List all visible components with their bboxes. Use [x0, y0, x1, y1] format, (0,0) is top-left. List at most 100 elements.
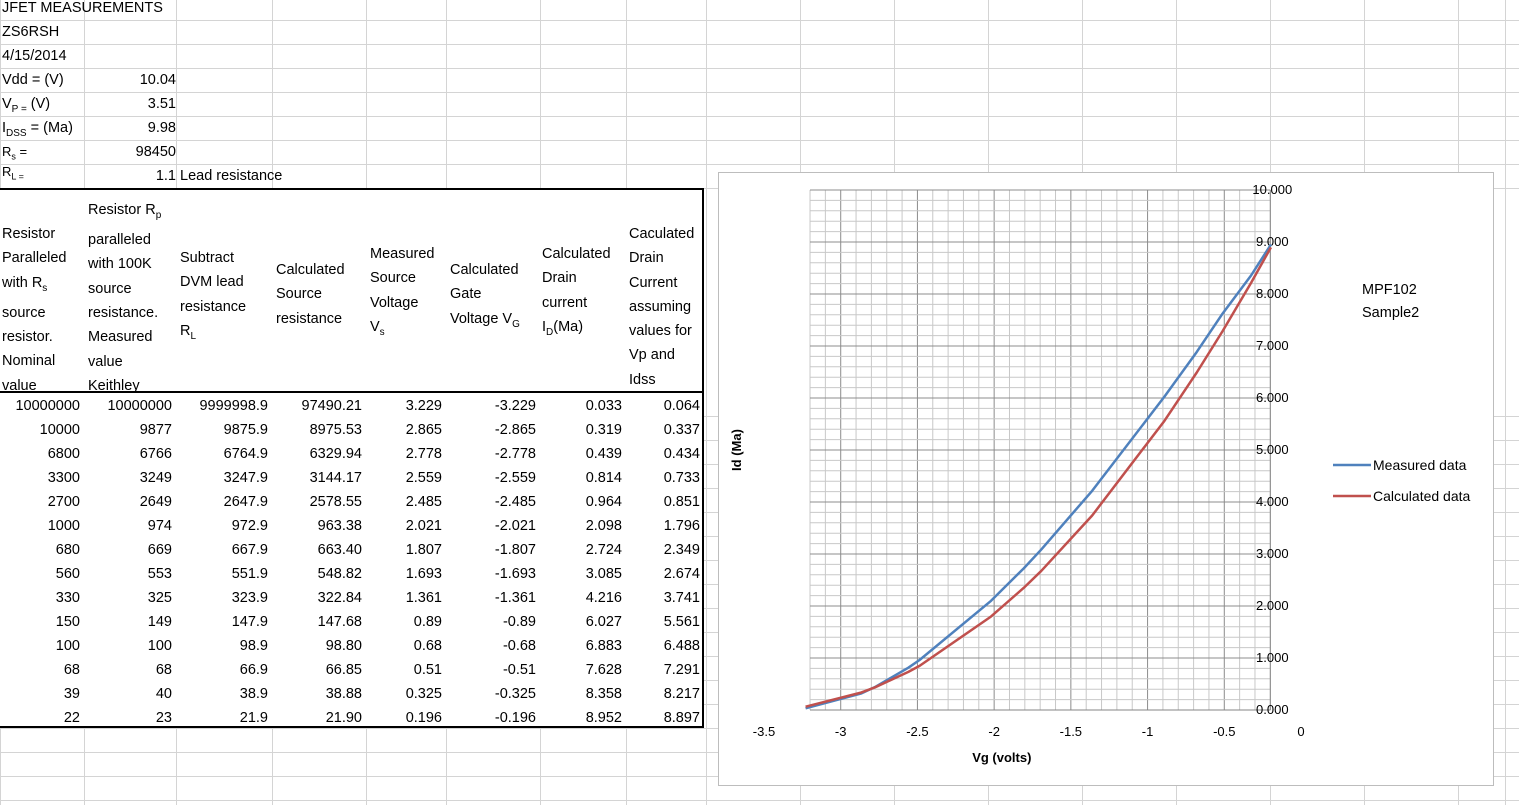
table-cell[interactable]: 2649 [84, 490, 172, 514]
table-cell[interactable]: 548.82 [272, 562, 362, 586]
table-cell[interactable]: 3247.9 [176, 466, 268, 490]
table-cell[interactable]: 22 [0, 706, 80, 730]
rl-value[interactable]: 1.1 [84, 164, 176, 188]
column-header-5[interactable]: Measured Source Voltage Vs [370, 242, 434, 345]
table-cell[interactable]: 68 [0, 658, 80, 682]
table-cell[interactable]: 38.9 [176, 682, 268, 706]
table-cell[interactable]: 330 [0, 586, 80, 610]
table-cell[interactable]: 6800 [0, 442, 80, 466]
table-cell[interactable]: 0.325 [366, 682, 442, 706]
vp-label[interactable]: VP = (V) [2, 92, 50, 116]
table-cell[interactable]: 560 [0, 562, 80, 586]
table-cell[interactable]: 9999998.9 [176, 394, 268, 418]
vdd-label[interactable]: Vdd = (V) [2, 68, 64, 92]
table-cell[interactable]: 2.674 [626, 562, 700, 586]
column-header-7[interactable]: Calculated Drain current ID(Ma) [542, 242, 611, 345]
table-cell[interactable]: 680 [0, 538, 80, 562]
table-cell[interactable]: 10000000 [84, 394, 172, 418]
table-cell[interactable]: 149 [84, 610, 172, 634]
table-cell[interactable]: -0.196 [446, 706, 536, 730]
column-header-8[interactable]: Caculated Drain Current assuming values for V… [629, 222, 694, 392]
table-cell[interactable]: 963.38 [272, 514, 362, 538]
table-cell[interactable]: 0.064 [626, 394, 700, 418]
table-cell[interactable]: 2700 [0, 490, 80, 514]
table-cell[interactable]: 2.724 [540, 538, 622, 562]
table-cell[interactable]: 6.883 [540, 634, 622, 658]
table-cell[interactable]: 3.229 [366, 394, 442, 418]
table-cell[interactable]: 38.88 [272, 682, 362, 706]
table-cell[interactable]: 6766 [84, 442, 172, 466]
table-cell[interactable]: 3249 [84, 466, 172, 490]
table-cell[interactable]: 4.216 [540, 586, 622, 610]
table-cell[interactable]: 0.337 [626, 418, 700, 442]
table-cell[interactable]: 3300 [0, 466, 80, 490]
table-cell[interactable]: -2.559 [446, 466, 536, 490]
table-cell[interactable]: 667.9 [176, 538, 268, 562]
table-cell[interactable]: 6.488 [626, 634, 700, 658]
table-cell[interactable]: 551.9 [176, 562, 268, 586]
table-cell[interactable]: 10000 [0, 418, 80, 442]
table-cell[interactable]: 0.964 [540, 490, 622, 514]
table-cell[interactable]: 21.90 [272, 706, 362, 730]
table-cell[interactable]: 1000 [0, 514, 80, 538]
table-cell[interactable]: 8.897 [626, 706, 700, 730]
table-cell[interactable]: 6.027 [540, 610, 622, 634]
table-cell[interactable]: 0.033 [540, 394, 622, 418]
table-cell[interactable]: 68 [84, 658, 172, 682]
table-cell[interactable]: 0.196 [366, 706, 442, 730]
vp-value[interactable]: 3.51 [84, 92, 176, 116]
table-cell[interactable]: 7.291 [626, 658, 700, 682]
table-cell[interactable]: -1.361 [446, 586, 536, 610]
table-cell[interactable]: 2.021 [366, 514, 442, 538]
table-cell[interactable]: 3.085 [540, 562, 622, 586]
idss-value[interactable]: 9.98 [84, 116, 176, 140]
table-cell[interactable]: -2.485 [446, 490, 536, 514]
table-cell[interactable]: 9877 [84, 418, 172, 442]
rs-value[interactable]: 98450 [84, 140, 176, 164]
table-cell[interactable]: 8.217 [626, 682, 700, 706]
table-cell[interactable]: 40 [84, 682, 172, 706]
table-cell[interactable]: 6764.9 [176, 442, 268, 466]
table-cell[interactable]: 1.693 [366, 562, 442, 586]
table-cell[interactable]: 2.559 [366, 466, 442, 490]
table-cell[interactable]: 9875.9 [176, 418, 268, 442]
table-cell[interactable]: 10000000 [0, 394, 80, 418]
table-cell[interactable]: -0.51 [446, 658, 536, 682]
table-cell[interactable]: 8.952 [540, 706, 622, 730]
table-cell[interactable]: 0.733 [626, 466, 700, 490]
table-cell[interactable]: 553 [84, 562, 172, 586]
table-cell[interactable]: 669 [84, 538, 172, 562]
table-cell[interactable]: -0.68 [446, 634, 536, 658]
table-cell[interactable]: -1.693 [446, 562, 536, 586]
table-cell[interactable]: 325 [84, 586, 172, 610]
table-cell[interactable]: 2578.55 [272, 490, 362, 514]
table-cell[interactable]: 323.9 [176, 586, 268, 610]
table-cell[interactable]: 2.349 [626, 538, 700, 562]
table-cell[interactable]: 98.80 [272, 634, 362, 658]
table-cell[interactable]: 663.40 [272, 538, 362, 562]
table-cell[interactable]: 100 [0, 634, 80, 658]
table-cell[interactable]: 8975.53 [272, 418, 362, 442]
table-cell[interactable]: 3144.17 [272, 466, 362, 490]
table-cell[interactable]: -2.865 [446, 418, 536, 442]
table-cell[interactable]: 7.628 [540, 658, 622, 682]
table-cell[interactable]: 8.358 [540, 682, 622, 706]
table-cell[interactable]: 39 [0, 682, 80, 706]
table-cell[interactable]: 147.9 [176, 610, 268, 634]
table-cell[interactable]: 0.439 [540, 442, 622, 466]
vdd-value[interactable]: 10.04 [84, 68, 176, 92]
table-cell[interactable]: 147.68 [272, 610, 362, 634]
column-header-3[interactable]: Subtract DVM lead resistance RL [180, 246, 246, 349]
table-cell[interactable]: -0.325 [446, 682, 536, 706]
table-cell[interactable]: 0.434 [626, 442, 700, 466]
table-cell[interactable]: -0.89 [446, 610, 536, 634]
table-cell[interactable]: 2647.9 [176, 490, 268, 514]
table-cell[interactable]: 66.9 [176, 658, 268, 682]
table-cell[interactable]: 97490.21 [272, 394, 362, 418]
column-header-4[interactable]: Calculated Source resistance [276, 258, 345, 331]
table-cell[interactable]: -2.021 [446, 514, 536, 538]
sheet-title[interactable]: JFET MEASUREMENTS [2, 0, 163, 20]
rl-label[interactable]: RL = [2, 164, 24, 188]
table-cell[interactable]: 0.68 [366, 634, 442, 658]
lead-resistance-note[interactable]: Lead resistance [180, 164, 282, 188]
